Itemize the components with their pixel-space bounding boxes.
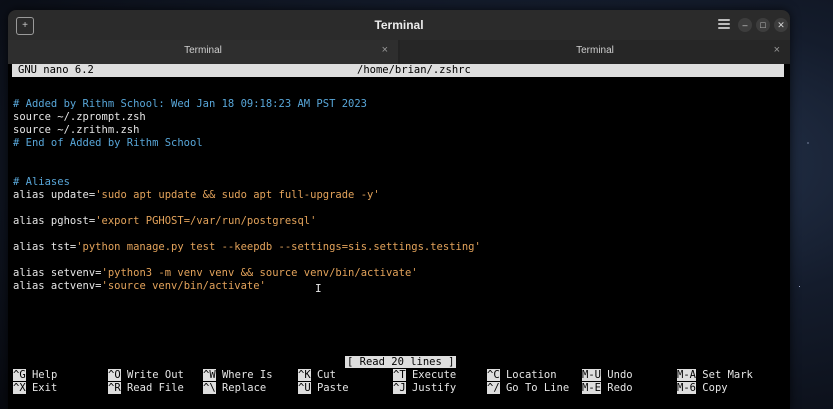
shortcut-key: ^T: [393, 369, 406, 381]
shortcut-label: Write Out: [126, 369, 184, 381]
editor-line: # Aliases: [13, 176, 70, 188]
terminal-window[interactable]: + Terminal – □ ✕ Terminal × Terminal × G…: [8, 10, 790, 409]
shortcut-label: Execute: [411, 369, 457, 381]
editor-line: alias actvenv='source venv/bin/activate': [13, 280, 266, 293]
shortcut-where-is[interactable]: ^W Where Is: [203, 369, 273, 382]
alias-string: 'python manage.py test --keepdb --settin…: [76, 241, 481, 253]
shortcut-key: M-6: [677, 382, 696, 394]
shortcut-set-mark[interactable]: M-A Set Mark: [677, 369, 753, 382]
shortcut-redo[interactable]: M-E Redo: [582, 382, 633, 395]
alias-string: 'source venv/bin/activate': [101, 280, 266, 292]
shortcut-write-out[interactable]: ^O Write Out: [108, 369, 184, 382]
shortcut-key: M-E: [582, 382, 601, 394]
shortcut-exit[interactable]: ^X Exit: [13, 382, 57, 395]
shortcut-undo[interactable]: M-U Undo: [582, 369, 633, 382]
shortcut-key: ^\: [203, 382, 216, 394]
tab-label: Terminal: [184, 45, 222, 56]
shortcut-help[interactable]: ^G Help: [13, 369, 57, 382]
shortcut-label: Set Mark: [702, 369, 753, 381]
tab-bar: Terminal × Terminal ×: [8, 40, 790, 64]
shortcut-read-file[interactable]: ^R Read File: [108, 382, 184, 395]
shortcut-key: ^/: [487, 382, 500, 394]
shortcut-label: Undo: [607, 369, 633, 381]
menu-icon[interactable]: [718, 19, 730, 29]
shortcut-key: ^O: [108, 369, 121, 381]
shortcut-key: M-A: [677, 369, 696, 381]
terminal-content[interactable]: GNU nano 6.2 /home/brian/.zshrc # Added …: [8, 64, 790, 409]
shortcut-replace[interactable]: ^\ Replace: [203, 382, 266, 395]
shortcut-label: Cut: [316, 369, 336, 381]
title-bar[interactable]: + Terminal – □ ✕: [8, 10, 790, 41]
editor-line: alias tst='python manage.py test --keepd…: [13, 241, 481, 254]
file-name: /home/brian/.zshrc: [357, 64, 471, 76]
tab-close-icon[interactable]: ×: [382, 44, 388, 56]
nano-header-bar: GNU nano 6.2 /home/brian/.zshrc: [12, 64, 784, 77]
alias-string: 'export PGHOST=/var/run/postgresql': [95, 215, 317, 227]
editor-line: source ~/.zprompt.zsh: [13, 111, 146, 123]
shortcut-label: Go To Line: [505, 382, 570, 394]
shortcut-label: Copy: [702, 382, 728, 394]
alias-prefix: alias tst=: [13, 241, 77, 253]
shortcut-label: Help: [31, 369, 58, 381]
tab-terminal-1[interactable]: Terminal ×: [8, 40, 398, 64]
shortcut-paste[interactable]: ^U Paste: [298, 382, 349, 395]
window-title: Terminal: [374, 18, 424, 32]
shortcut-key: ^W: [203, 369, 216, 381]
editor-line: alias update='sudo apt update && sudo ap…: [13, 189, 380, 202]
alias-prefix: alias pghost=: [13, 215, 96, 227]
shortcut-key: ^K: [298, 369, 311, 381]
status-message: [ Read 20 lines ]: [345, 356, 457, 368]
shortcut-cut[interactable]: ^K Cut: [298, 369, 336, 382]
shortcut-label: Paste: [316, 382, 349, 394]
tab-close-icon[interactable]: ×: [774, 44, 780, 56]
shortcut-label: Justify: [411, 382, 457, 394]
shortcut-label: Location: [505, 369, 557, 381]
shortcut-label: Replace: [221, 382, 267, 394]
editor-line: # End of Added by Rithm School: [13, 137, 203, 149]
shortcut-go-to-line[interactable]: ^/ Go To Line: [487, 382, 569, 395]
nano-version: GNU nano 6.2: [18, 64, 94, 76]
tab-label: Terminal: [576, 45, 614, 56]
shortcut-copy[interactable]: M-6 Copy: [677, 382, 728, 395]
editor-line: alias pghost='export PGHOST=/var/run/pos…: [13, 215, 316, 228]
shortcut-key: ^C: [487, 369, 500, 381]
minimize-icon[interactable]: –: [738, 18, 752, 32]
shortcut-key: ^R: [108, 382, 121, 394]
shortcut-justify[interactable]: ^J Justify: [393, 382, 456, 395]
shortcut-key: ^G: [13, 369, 26, 381]
shortcut-label: Exit: [31, 382, 58, 394]
editor-line: source ~/.zrithm.zsh: [13, 124, 140, 136]
shortcut-key: ^X: [13, 382, 26, 394]
maximize-icon[interactable]: □: [756, 18, 770, 32]
tab-terminal-2[interactable]: Terminal ×: [400, 40, 790, 64]
text-cursor-icon: I: [315, 282, 322, 295]
alias-string: 'sudo apt update && sudo apt full-upgrad…: [95, 189, 380, 201]
shortcut-label: Redo: [607, 382, 633, 394]
close-icon[interactable]: ✕: [774, 18, 788, 32]
editor-line: alias setvenv='python3 -m venv venv && s…: [13, 267, 418, 280]
shortcut-key: ^U: [298, 382, 311, 394]
alias-string: 'python3 -m venv venv && source venv/bin…: [101, 267, 418, 279]
shortcut-key: M-U: [582, 369, 601, 381]
editor-line: # Added by Rithm School: Wed Jan 18 09:1…: [13, 98, 368, 110]
alias-prefix: alias actvenv=: [13, 280, 102, 292]
shortcut-key: ^J: [393, 382, 406, 394]
shortcut-label: Where Is: [221, 369, 273, 381]
shortcut-location[interactable]: ^C Location: [487, 369, 557, 382]
alias-prefix: alias update=: [13, 189, 96, 201]
shortcut-execute[interactable]: ^T Execute: [393, 369, 456, 382]
shortcut-label: Read File: [126, 382, 184, 394]
alias-prefix: alias setvenv=: [13, 267, 102, 279]
